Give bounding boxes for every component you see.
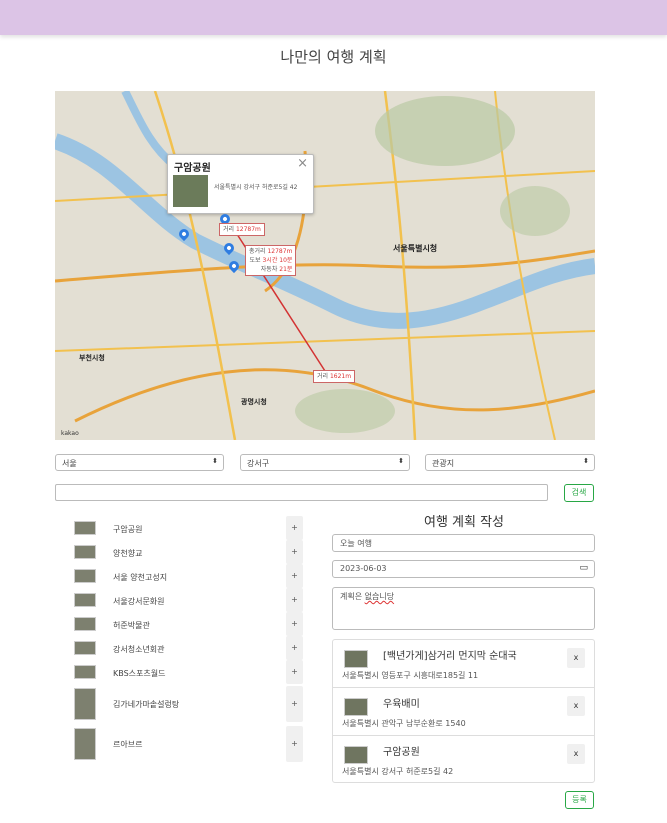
itinerary-thumbnail: [344, 650, 368, 668]
distance-label: 거리 1621m: [313, 370, 356, 383]
place-thumbnail: [74, 688, 96, 720]
add-place-button[interactable]: +: [286, 540, 303, 564]
page-title: 나만의 여행 계획: [280, 48, 387, 66]
itinerary-thumbnail: [344, 746, 368, 764]
place-name: 서울 양천고성지: [113, 573, 168, 582]
list-item: 강서청소년회관 +: [68, 636, 308, 660]
itinerary-name: 구암공원: [383, 747, 420, 758]
plan-date-input[interactable]: 2023-06-03 ▭: [332, 560, 595, 578]
search-button[interactable]: 검색: [564, 484, 594, 502]
place-name: 강서청소년회관: [113, 645, 165, 654]
list-item: 서울 양천고성지 +: [68, 564, 308, 588]
add-place-button[interactable]: +: [286, 612, 303, 636]
popup-title: 구암공원: [174, 163, 211, 174]
itinerary-item: 우육배미 서울특별시 관악구 남부순환로 1540 x: [333, 688, 594, 736]
place-name: 구암공원: [113, 525, 143, 534]
search-input[interactable]: [55, 484, 548, 501]
add-place-button[interactable]: +: [286, 660, 303, 684]
place-name: 양천향교: [113, 549, 143, 558]
place-thumbnail: [74, 521, 96, 535]
calendar-icon[interactable]: ▭: [579, 563, 588, 573]
list-item: 구암공원 +: [68, 516, 308, 540]
place-thumbnail: [74, 641, 96, 655]
map-view[interactable]: 구암공원 × 서울특별시 강서구 허준로5길 42 거리 12787m 총거리 …: [55, 91, 595, 440]
add-place-button[interactable]: +: [286, 636, 303, 660]
category-select[interactable]: 관광지 ⬍: [425, 454, 595, 471]
remove-item-button[interactable]: x: [567, 696, 585, 716]
itinerary-item: 구암공원 서울특별시 강서구 허준로5길 42 x: [333, 736, 594, 783]
itinerary-list: [백년가게]삼거리 먼지막 순대국 서울특별시 영등포구 시흥대로185길 11…: [332, 639, 595, 783]
select-arrow-icon: ⬍: [212, 457, 218, 465]
itinerary-address: 서울특별시 강서구 허준로5길 42: [342, 767, 454, 776]
itinerary-name: [백년가게]삼거리 먼지막 순대국: [383, 651, 517, 662]
map-popup: 구암공원 × 서울특별시 강서구 허준로5길 42: [167, 154, 314, 214]
add-place-button[interactable]: +: [286, 516, 303, 540]
itinerary-name: 우육배미: [383, 699, 420, 710]
list-item: 허준박물관 +: [68, 612, 308, 636]
place-name: KBS스포츠월드: [113, 669, 166, 678]
kakao-logo: kakao: [61, 430, 79, 437]
add-place-button[interactable]: +: [286, 588, 303, 612]
place-name: 허준박물관: [113, 621, 150, 630]
district-select[interactable]: 강서구 ⬍: [240, 454, 410, 471]
itinerary-item: [백년가게]삼거리 먼지막 순대국 서울특별시 영등포구 시흥대로185길 11…: [333, 640, 594, 688]
list-item: 르아브르 +: [68, 726, 308, 762]
route-summary: 총거리 12787m 도보 3시간 10분 자동차 21분: [245, 245, 297, 276]
plan-form-title: 여행 계획 작성: [423, 515, 505, 530]
plan-date-value: 2023-06-03: [340, 564, 387, 573]
select-arrow-icon: ⬍: [398, 457, 404, 465]
place-name: 르아브르: [113, 740, 143, 749]
remove-item-button[interactable]: x: [567, 744, 585, 764]
register-button[interactable]: 등록: [565, 791, 594, 809]
list-item: 양천향교 +: [68, 540, 308, 564]
select-arrow-icon: ⬍: [583, 457, 589, 465]
place-thumbnail: [74, 593, 96, 607]
region-select[interactable]: 서울 ⬍: [55, 454, 224, 471]
list-item: KBS스포츠월드 +: [68, 660, 308, 684]
map-city-label: 부천시청: [79, 354, 105, 362]
place-thumbnail: [74, 728, 96, 760]
list-item: 서울강서문화원 +: [68, 588, 308, 612]
map-city-label: 광명시청: [241, 398, 267, 406]
place-thumbnail: [74, 545, 96, 559]
place-name: 서울강서문화원: [113, 597, 165, 606]
itinerary-thumbnail: [344, 698, 368, 716]
plan-memo-textarea[interactable]: 계획은 없습니당: [332, 587, 595, 630]
popup-address: 서울특별시 강서구 허준로5길 42: [214, 184, 298, 191]
add-place-button[interactable]: +: [286, 726, 303, 762]
remove-item-button[interactable]: x: [567, 648, 585, 668]
place-name: 김가네가마솥설렁탕: [113, 700, 180, 709]
place-thumbnail: [74, 569, 96, 583]
map-city-label: 서울특별시청: [393, 244, 438, 253]
map-tiles: [55, 91, 595, 440]
itinerary-address: 서울특별시 관악구 남부순환로 1540: [342, 719, 466, 728]
place-thumbnail: [74, 665, 96, 679]
place-thumbnail: [74, 617, 96, 631]
top-banner: [0, 0, 667, 35]
itinerary-address: 서울특별시 영등포구 시흥대로185길 11: [342, 671, 479, 680]
distance-label: 거리 12787m: [219, 223, 265, 236]
add-place-button[interactable]: +: [286, 564, 303, 588]
popup-thumbnail: [173, 175, 208, 207]
add-place-button[interactable]: +: [286, 686, 303, 722]
list-item: 김가네가마솥설렁탕 +: [68, 686, 308, 722]
popup-close-icon[interactable]: ×: [297, 156, 308, 171]
plan-name-input[interactable]: 오늘 여행: [332, 534, 595, 552]
